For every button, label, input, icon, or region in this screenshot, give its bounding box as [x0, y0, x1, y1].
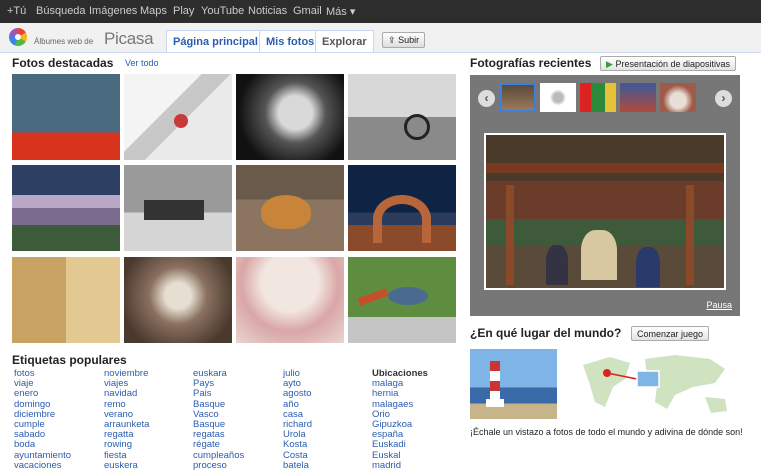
world-sample-photo[interactable]: [470, 349, 557, 419]
tag-link[interactable]: batela: [283, 460, 373, 471]
start-game-label: Comenzar juego: [637, 329, 704, 339]
current-photo[interactable]: [484, 133, 726, 290]
google-bar: +Tú Búsqueda Imágenes Maps Play YouTube …: [0, 0, 761, 23]
featured-photo[interactable]: [124, 165, 232, 251]
see-all-link[interactable]: Ver todo: [125, 58, 159, 68]
featured-photo[interactable]: [124, 257, 232, 343]
tab-explore[interactable]: Explorar: [315, 30, 374, 52]
featured-photo[interactable]: [348, 74, 456, 160]
recent-title: Fotografías recientes: [470, 56, 592, 70]
upload-button[interactable]: ⇪ Subir: [382, 32, 426, 48]
logo-subtitle: Álbumes web de: [34, 37, 94, 46]
featured-photo[interactable]: [12, 165, 120, 251]
tag-link[interactable]: euskera: [104, 460, 194, 471]
world-map[interactable]: [575, 347, 739, 422]
recent-thumb[interactable]: [580, 83, 616, 112]
upload-label: Subir: [398, 35, 420, 45]
gbar-maps[interactable]: Maps: [140, 5, 167, 17]
featured-photo[interactable]: [12, 74, 120, 160]
upload-icon: ⇪: [388, 35, 396, 45]
tab-home[interactable]: Página principal: [166, 30, 265, 52]
tags-column-2: noviembre viajes navidad remo verano arr…: [104, 368, 194, 471]
gbar-youtube[interactable]: YouTube: [201, 5, 244, 17]
recent-thumb[interactable]: [500, 83, 536, 112]
recent-thumb[interactable]: [540, 83, 576, 112]
featured-photo[interactable]: [236, 74, 344, 160]
featured-photo[interactable]: [236, 257, 344, 343]
pause-link[interactable]: Pausa: [706, 300, 732, 310]
tab-my-photos[interactable]: Mis fotos: [259, 30, 322, 52]
logo-title[interactable]: Picasa: [104, 29, 154, 49]
gbar-gmail[interactable]: Gmail: [293, 5, 322, 17]
gbar-plus-you[interactable]: +Tú: [7, 5, 26, 17]
tag-link[interactable]: vacaciones: [14, 460, 104, 471]
chevron-right-icon[interactable]: ›: [715, 90, 732, 107]
tags-column-3: euskara Pays Pais Basque Vasco Basque re…: [193, 368, 283, 471]
picasa-logo-icon[interactable]: [9, 28, 27, 46]
play-icon: ▶: [606, 59, 613, 69]
recent-thumb[interactable]: [660, 83, 696, 112]
gbar-play[interactable]: Play: [173, 5, 194, 17]
gbar-news[interactable]: Noticias: [248, 5, 287, 17]
featured-photo[interactable]: [124, 74, 232, 160]
start-game-button[interactable]: Comenzar juego: [631, 326, 710, 341]
location-link[interactable]: madrid: [372, 460, 462, 471]
gbar-more[interactable]: Más ▾: [326, 5, 355, 18]
gbar-images[interactable]: Imágenes: [89, 5, 137, 17]
recent-thumb[interactable]: [620, 83, 656, 112]
tag-link[interactable]: proceso: [193, 460, 283, 471]
world-title: ¿En qué lugar del mundo?: [470, 326, 622, 340]
featured-photo[interactable]: [12, 257, 120, 343]
chevron-left-icon[interactable]: ‹: [478, 90, 495, 107]
featured-title: Fotos destacadas: [12, 56, 114, 70]
tags-column-1: fotos viaje enero domingo diciembre cump…: [14, 368, 104, 471]
featured-photo[interactable]: [348, 257, 456, 343]
featured-photo[interactable]: [236, 165, 344, 251]
tags-locations: Ubicaciones malaga hernia malagaes Orio …: [372, 368, 462, 471]
tags-title: Etiquetas populares: [12, 353, 127, 367]
tags-column-4: julio ayto agosto año casa richard Urola…: [283, 368, 373, 471]
picasa-header: Álbumes web de Picasa Página principal M…: [0, 23, 761, 53]
featured-photo[interactable]: [348, 165, 456, 251]
slideshow-label: Presentación de diapositivas: [615, 59, 731, 69]
gbar-search[interactable]: Búsqueda: [36, 5, 86, 17]
recent-photos-panel: ‹ › Pausa: [470, 75, 740, 316]
world-caption: ¡Échale un vistazo a fotos de todo el mu…: [470, 427, 743, 437]
slideshow-button[interactable]: ▶ Presentación de diapositivas: [600, 56, 737, 71]
